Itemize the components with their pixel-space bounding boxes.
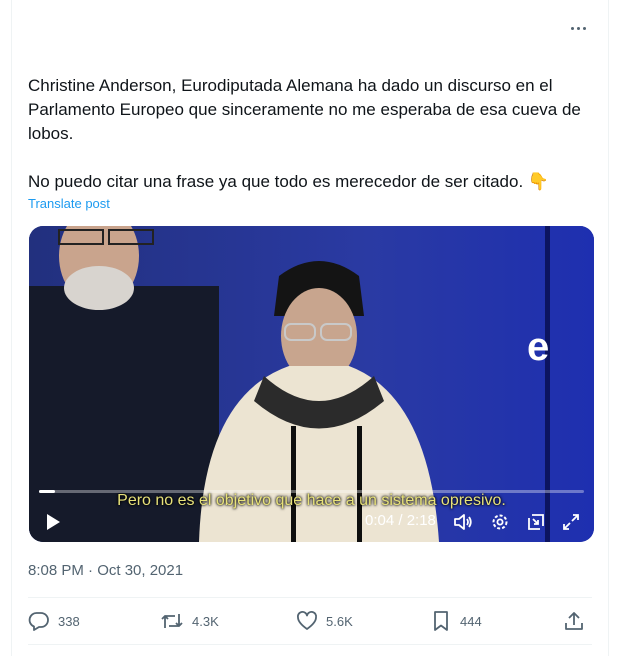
video-subtitle: Pero no es el objetivo que hace a un sis… — [117, 492, 506, 509]
fullscreen-button[interactable] — [559, 510, 583, 534]
repost-count: 4.3K — [192, 613, 219, 629]
video-time: 0:04 / 2:18 — [365, 512, 436, 529]
action-bar: 338 4.3K 5.6K 444 — [28, 598, 592, 644]
settings-button[interactable] — [488, 510, 512, 534]
bookmark-icon — [434, 611, 448, 631]
like-button[interactable]: 5.6K — [296, 610, 353, 632]
bookmark-count: 444 — [460, 613, 482, 629]
divider — [28, 644, 592, 645]
dot-icon — [582, 26, 586, 30]
post-timestamp[interactable]: 8:08 PM · Oct 30, 2021 — [28, 562, 183, 579]
video-progress-fill — [39, 490, 55, 493]
heart-icon — [297, 611, 317, 630]
like-count: 5.6K — [326, 613, 353, 629]
play-icon — [47, 514, 60, 530]
picture-in-picture-icon — [528, 514, 544, 530]
reply-button[interactable]: 338 — [28, 610, 80, 632]
share-icon — [565, 612, 583, 630]
dot-icon — [576, 26, 580, 30]
reply-icon — [28, 612, 49, 631]
post-card: Christine Anderson, Eurodiputada Alemana… — [11, 0, 609, 656]
picture-in-picture-button[interactable] — [524, 510, 548, 534]
svg-text:e: e — [527, 325, 549, 369]
post-text: Christine Anderson, Eurodiputada Alemana… — [28, 76, 581, 191]
video-progress-bar[interactable] — [39, 490, 584, 493]
video-player[interactable]: e Pero no es el objetivo que hace a un s… — [29, 226, 594, 542]
share-button[interactable] — [563, 610, 585, 632]
translate-post-link[interactable]: Translate post — [28, 196, 110, 211]
settings-icon — [492, 514, 508, 530]
bookmark-button[interactable]: 444 — [430, 610, 482, 632]
reply-count: 338 — [58, 613, 80, 629]
play-button[interactable] — [41, 510, 65, 534]
volume-icon — [454, 514, 472, 530]
dot-icon — [570, 26, 574, 30]
more-options-button[interactable] — [566, 18, 590, 38]
volume-button[interactable] — [451, 510, 475, 534]
fullscreen-icon — [563, 514, 579, 530]
repost-icon — [161, 614, 183, 628]
repost-button[interactable]: 4.3K — [160, 610, 219, 632]
